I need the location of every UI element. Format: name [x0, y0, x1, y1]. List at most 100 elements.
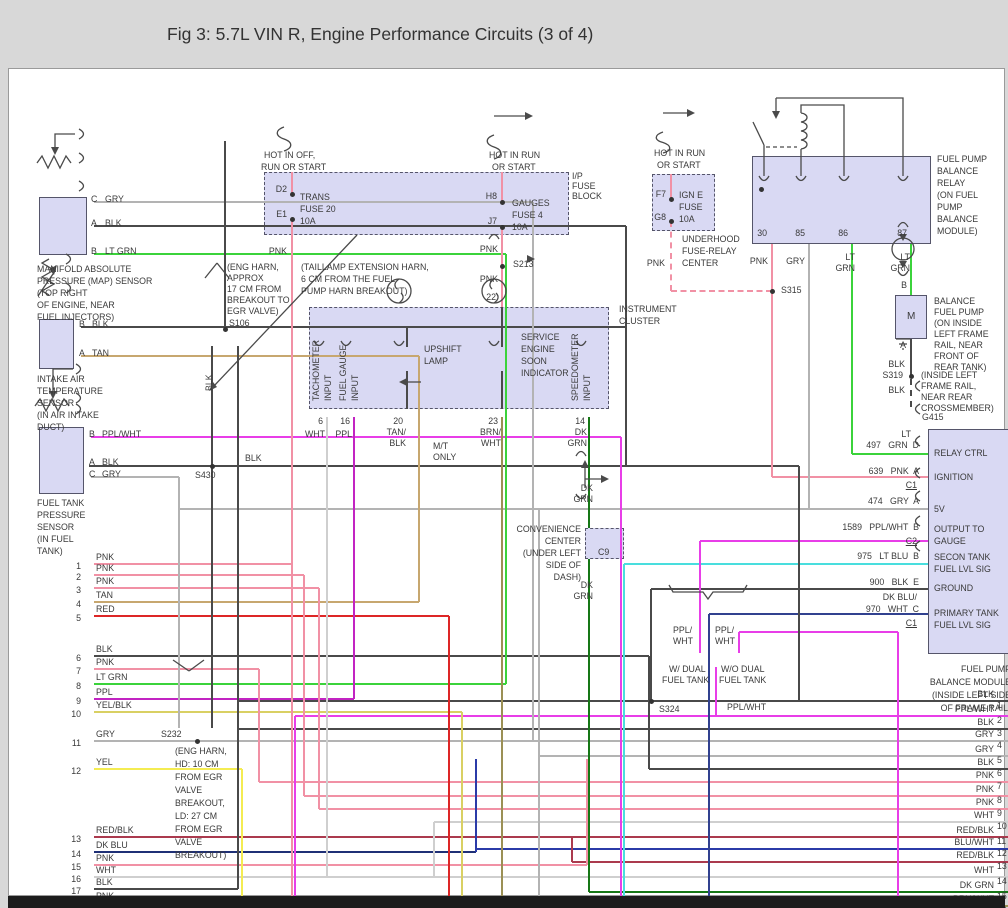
- text-label: SOON: [521, 356, 547, 366]
- text-label: INDICATOR: [521, 368, 569, 378]
- text-label: 20: [393, 416, 403, 426]
- text-label: RELAY CTRL: [934, 448, 988, 458]
- text-label: A: [79, 348, 85, 358]
- text-label: C9: [598, 547, 610, 557]
- splice-dot: [210, 464, 215, 469]
- text-label: PPL/WHT: [727, 702, 767, 712]
- wire-segment: [94, 698, 354, 700]
- wire-segment: [259, 781, 1008, 783]
- right-wire-label: GRY: [975, 729, 994, 739]
- right-wire-number: 10: [997, 821, 1007, 831]
- text-label: S315: [781, 285, 802, 295]
- wire-segment: [94, 563, 292, 565]
- text-label: RUN OR START: [261, 162, 327, 172]
- text-label: INTAKE AIR: [37, 374, 85, 384]
- map-sensor-box: [39, 197, 87, 255]
- wire-segment: [588, 417, 590, 528]
- text-label: SERVICE: [521, 332, 560, 342]
- wire-segment: [501, 417, 503, 906]
- wire-segment: [897, 632, 899, 908]
- text-label: SENSOR: [37, 522, 75, 532]
- left-wire-label: TAN: [96, 590, 113, 600]
- text-label: GRY: [102, 469, 121, 479]
- text-label: OR START: [492, 162, 536, 172]
- right-wire-label: BLU/WHT: [954, 837, 994, 847]
- iat-sensor-box: [39, 319, 74, 369]
- text-label: INPUT: [350, 374, 360, 401]
- wire-segment: [738, 632, 740, 653]
- wire-segment: [94, 876, 1008, 878]
- wire-segment: [418, 356, 420, 602]
- wire-segment: [623, 564, 625, 908]
- text-label: B: [91, 246, 97, 256]
- text-label: WHT: [673, 636, 694, 646]
- text-label: CONVENIENCE: [516, 524, 581, 534]
- text-label: FUEL GAUGE: [338, 344, 348, 401]
- left-wire-label: PNK: [96, 853, 115, 863]
- text-label: LT: [900, 252, 910, 262]
- wire-segment: [81, 355, 419, 357]
- text-label: GAUGES: [512, 198, 550, 208]
- wire-segment: [624, 563, 928, 565]
- wire-segment: [501, 307, 503, 327]
- text-label: GRN: [567, 438, 587, 448]
- right-wire-label: BLK: [977, 717, 994, 727]
- text-label: UNDERHOOD: [682, 234, 740, 244]
- text-label: BLK: [888, 385, 905, 395]
- wire-segment: [461, 712, 463, 908]
- right-wire-label: RED/BLK: [956, 850, 994, 860]
- right-wire-number: 3: [997, 728, 1002, 738]
- left-wire-number: 9: [76, 696, 81, 706]
- text-label: IGN E: [679, 190, 703, 200]
- left-wire-label: YEL: [96, 757, 113, 767]
- text-label: BLK: [888, 359, 905, 369]
- text-label: FUSE 4: [512, 210, 543, 220]
- text-label: S324: [659, 704, 680, 714]
- wire-segment: [501, 371, 503, 409]
- text-label: LT GRN: [105, 246, 137, 256]
- text-label: FRONT OF: [934, 351, 979, 361]
- text-label: (IN AIR INTAKE: [37, 410, 99, 420]
- right-wire-number: 13: [997, 861, 1007, 871]
- splice-dot: [290, 192, 295, 197]
- text-label: OUTPUT TO: [934, 524, 985, 534]
- wire-segment: [448, 616, 450, 908]
- text-label: 6: [318, 416, 323, 426]
- wire-segment: [94, 683, 506, 685]
- left-wire-number: 15: [71, 862, 81, 872]
- text-label: M/T: [433, 441, 449, 451]
- wire-segment: [94, 888, 238, 890]
- right-wire-label: WHT: [973, 810, 994, 820]
- right-wire-label: PNK: [975, 770, 994, 780]
- text-label: INPUT: [323, 374, 333, 401]
- wire-segment: [651, 588, 928, 590]
- text-label: FUSE 20: [300, 204, 336, 214]
- text-label: PNK: [268, 246, 287, 256]
- text-label: GRN: [573, 591, 593, 601]
- right-wire-number: 14: [997, 876, 1007, 886]
- text-label: OF ENGINE, NEAR: [37, 300, 115, 310]
- text-label: DUCT): [37, 422, 65, 432]
- wire-segment: [476, 848, 1008, 850]
- left-wire-label: PNK: [96, 576, 115, 586]
- wire-segment: [81, 326, 626, 328]
- splice-dot: [909, 374, 914, 379]
- right-wire-label: GRY: [975, 744, 994, 754]
- text-label: H8: [485, 191, 497, 201]
- left-wire-number: 10: [71, 709, 81, 719]
- text-label: PPL/: [715, 625, 735, 635]
- right-wire-number: 7: [997, 781, 1002, 791]
- wire-segment: [910, 379, 912, 407]
- wire-segment: [94, 740, 1008, 742]
- text-label: APPROX: [227, 273, 264, 283]
- text-label: PRESSURE (MAP) SENSOR: [37, 276, 153, 286]
- text-label: BLK: [204, 374, 214, 391]
- wire-segment: [671, 290, 772, 292]
- text-label: G8: [654, 212, 666, 222]
- text-label: (ENG HARN,: [227, 262, 279, 272]
- wire-segment: [715, 667, 717, 716]
- text-label: FUEL PUMP: [960, 664, 1008, 674]
- text-label: GRN: [890, 263, 910, 273]
- text-label: WHT: [715, 636, 736, 646]
- wire-segment: [94, 601, 419, 603]
